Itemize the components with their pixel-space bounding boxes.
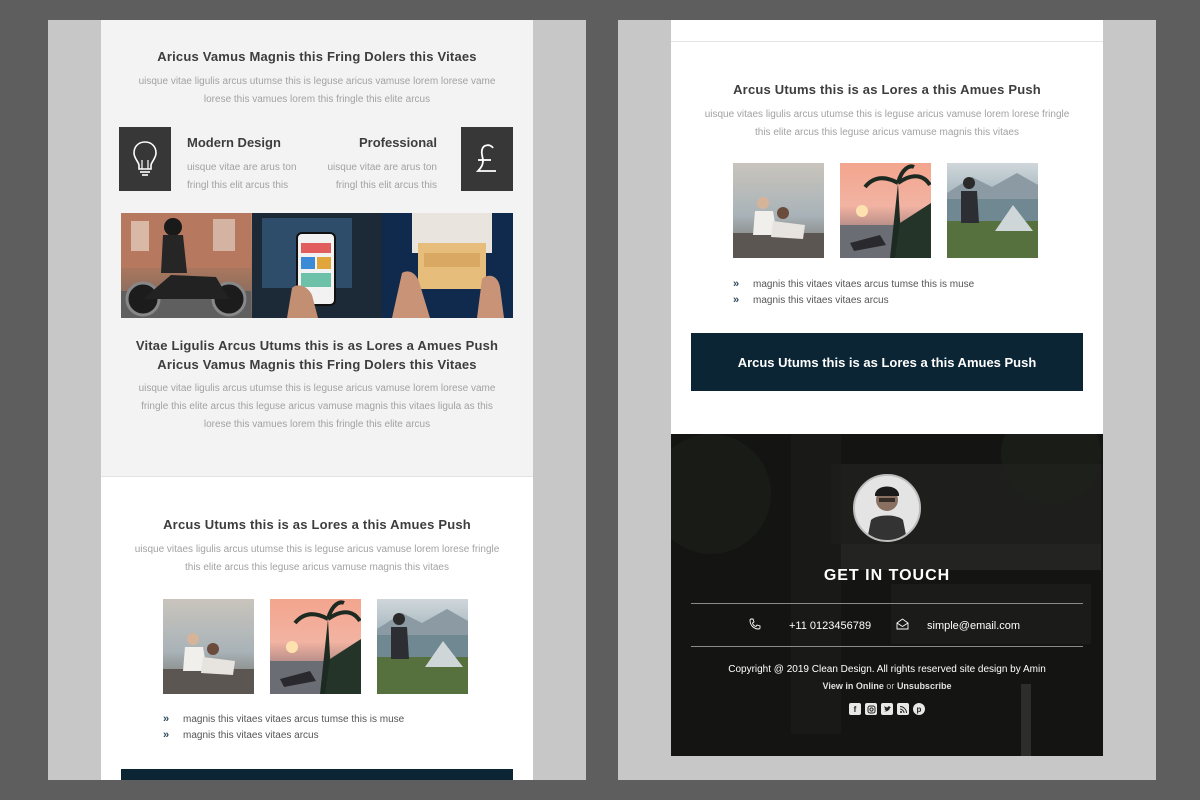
mid-title: Vitae Ligulis Arcus Utums this is as Lor…	[101, 336, 533, 374]
list-item: » magnis this vitaes vitaes arcus tumse t…	[733, 276, 974, 292]
avatar	[853, 474, 921, 542]
left-email-preview: Aricus Vamus Magnis this Fring Dolers th…	[48, 20, 586, 780]
phone-photo	[251, 213, 383, 318]
rss-icon[interactable]	[897, 703, 909, 715]
intro-section: Aricus Vamus Magnis this Fring Dolers th…	[101, 20, 533, 476]
section-text-line: this elite arcus this leguse aricus vamu…	[754, 127, 1019, 138]
list-item-text: magnis this vitaes vitaes arcus	[183, 729, 319, 741]
facebook-icon[interactable]: f	[849, 703, 861, 715]
unsubscribe-link[interactable]: Unsubscribe	[897, 681, 952, 691]
image-gallery	[733, 163, 1038, 258]
copyright-text: Copyright @ 2019 Clean Design. All right…	[728, 664, 1046, 675]
bullet-list: » magnis this vitaes vitaes arcus tumse t…	[163, 711, 404, 743]
instagram-icon[interactable]	[865, 703, 877, 715]
social-icons: f p	[671, 703, 1103, 715]
section-text-line: uisque vitaes ligulis arcus utumse this …	[134, 544, 500, 555]
chevron-double-right-icon: »	[733, 278, 740, 290]
cta-button[interactable]: Arcus Utums this is as Lores a this Amue…	[691, 333, 1083, 391]
gallery-section: Arcus Utums this is as Lores a this Amue…	[101, 476, 533, 780]
gallery-section: Arcus Utums this is as Lores a this Amue…	[671, 20, 1103, 434]
lightbulb-icon	[119, 127, 171, 191]
right-email-preview: Arcus Utums this is as Lores a this Amue…	[618, 20, 1156, 780]
get-in-touch-heading: GET IN TOUCH	[823, 567, 951, 584]
section-text: uisque vitaes ligulis arcus utumse this …	[671, 106, 1103, 142]
chevron-double-right-icon: »	[163, 729, 170, 741]
feature-text-line: fringl this elit arcus this	[335, 180, 437, 191]
image-gallery	[163, 599, 468, 694]
divider	[691, 646, 1083, 647]
intro-title: Aricus Vamus Magnis this Fring Dolers th…	[157, 49, 477, 64]
mid-text-line: uisque vitae ligulis arcus utumse this i…	[138, 383, 496, 394]
divider	[671, 41, 1103, 42]
pinterest-icon[interactable]: p	[913, 703, 925, 715]
feature-text-line: fringl this elit arcus this	[187, 180, 289, 191]
feature-title: Modern Design	[187, 135, 281, 150]
phone-icon	[749, 618, 761, 633]
intro-text-line: uisque vitae ligulis arcus utumse this i…	[138, 76, 496, 87]
list-item: » magnis this vitaes vitaes arcus tumse t…	[163, 711, 404, 727]
list-item-text: magnis this vitaes vitaes arcus tumse th…	[753, 278, 975, 290]
camping-tent-photo	[377, 599, 468, 694]
footer-section: GET IN TOUCH +11 0123456789 simple@email…	[671, 434, 1103, 756]
envelope-icon	[896, 618, 909, 633]
section-text: uisque vitaes ligulis arcus utumse this …	[101, 541, 533, 577]
section-text-line: this elite arcus this leguse aricus vamu…	[184, 562, 449, 573]
mid-title-line: Vitae Ligulis Arcus Utums this is as Lor…	[135, 338, 499, 353]
feature-text: uisque vitae are arus ton fringl this el…	[187, 159, 297, 195]
couple-photo	[163, 599, 254, 694]
email-address: simple@email.com	[927, 619, 1021, 632]
email-contact[interactable]: simple@email.com	[896, 618, 1020, 633]
intro-text-line: lorese this vamues lorem this fringle th…	[203, 94, 431, 105]
sunset-palm-photo	[840, 163, 931, 258]
bullet-list: » magnis this vitaes vitaes arcus tumse t…	[733, 276, 974, 308]
feature-text-line: uisque vitae are arus ton	[327, 162, 437, 173]
sunset-palm-photo	[270, 599, 361, 694]
camping-tent-photo	[947, 163, 1038, 258]
list-item: » magnis this vitaes vitaes arcus	[733, 292, 974, 308]
chevron-double-right-icon: »	[733, 294, 740, 306]
pound-icon-svg	[475, 144, 496, 172]
motorcycle-photo	[121, 213, 252, 318]
footer-content: GET IN TOUCH +11 0123456789 simple@email…	[671, 434, 1103, 756]
list-item: » magnis this vitaes vitaes arcus	[163, 727, 404, 743]
feature-modern-design: Modern Design uisque vitae are arus ton …	[119, 127, 297, 191]
list-item-text: magnis this vitaes vitaes arcus tumse th…	[183, 713, 405, 725]
divider	[691, 603, 1083, 604]
phone-contact[interactable]: +11 0123456789	[749, 618, 871, 633]
photo-strip	[121, 213, 514, 318]
intro-text: uisque vitae ligulis arcus utumse this i…	[101, 73, 533, 109]
cta-button-partial[interactable]	[121, 769, 513, 780]
lightbulb-icon-svg	[133, 141, 157, 176]
view-online-link[interactable]: View in Online	[823, 681, 884, 691]
couple-photo	[733, 163, 824, 258]
mid-text: uisque vitae ligulis arcus utumse this i…	[101, 380, 533, 434]
mid-text-line: lorese this vamues lorem this fringle th…	[203, 419, 431, 430]
chevron-double-right-icon: »	[163, 713, 170, 725]
box-photo	[382, 213, 514, 318]
phone-number: +11 0123456789	[789, 619, 872, 632]
section-text-line: uisque vitaes ligulis arcus utumse this …	[704, 109, 1070, 120]
mid-text-line: fringle this elite arcus this leguse ari…	[141, 401, 493, 412]
feature-text-line: uisque vitae are arus ton	[187, 162, 297, 173]
feature-professional: Professional uisque vitae are arus ton f…	[327, 127, 513, 191]
list-item-text: magnis this vitaes vitaes arcus	[753, 294, 889, 306]
feature-title: Professional	[358, 135, 437, 150]
twitter-icon[interactable]	[881, 703, 893, 715]
section-title: Arcus Utums this is as Lores a this Amue…	[733, 82, 1041, 97]
email-template-right: Arcus Utums this is as Lores a this Amue…	[671, 20, 1103, 780]
email-template-left: Aricus Vamus Magnis this Fring Dolers th…	[101, 20, 533, 780]
or-separator: or	[886, 681, 895, 691]
pound-icon	[461, 127, 513, 191]
section-title: Arcus Utums this is as Lores a this Amue…	[163, 517, 471, 532]
mid-title-line: Aricus Vamus Magnis this Fring Dolers th…	[157, 357, 477, 372]
footer-links: View in Online or Unsubscribe	[671, 681, 1103, 691]
feature-text: uisque vitae are arus ton fringl this el…	[327, 159, 437, 195]
